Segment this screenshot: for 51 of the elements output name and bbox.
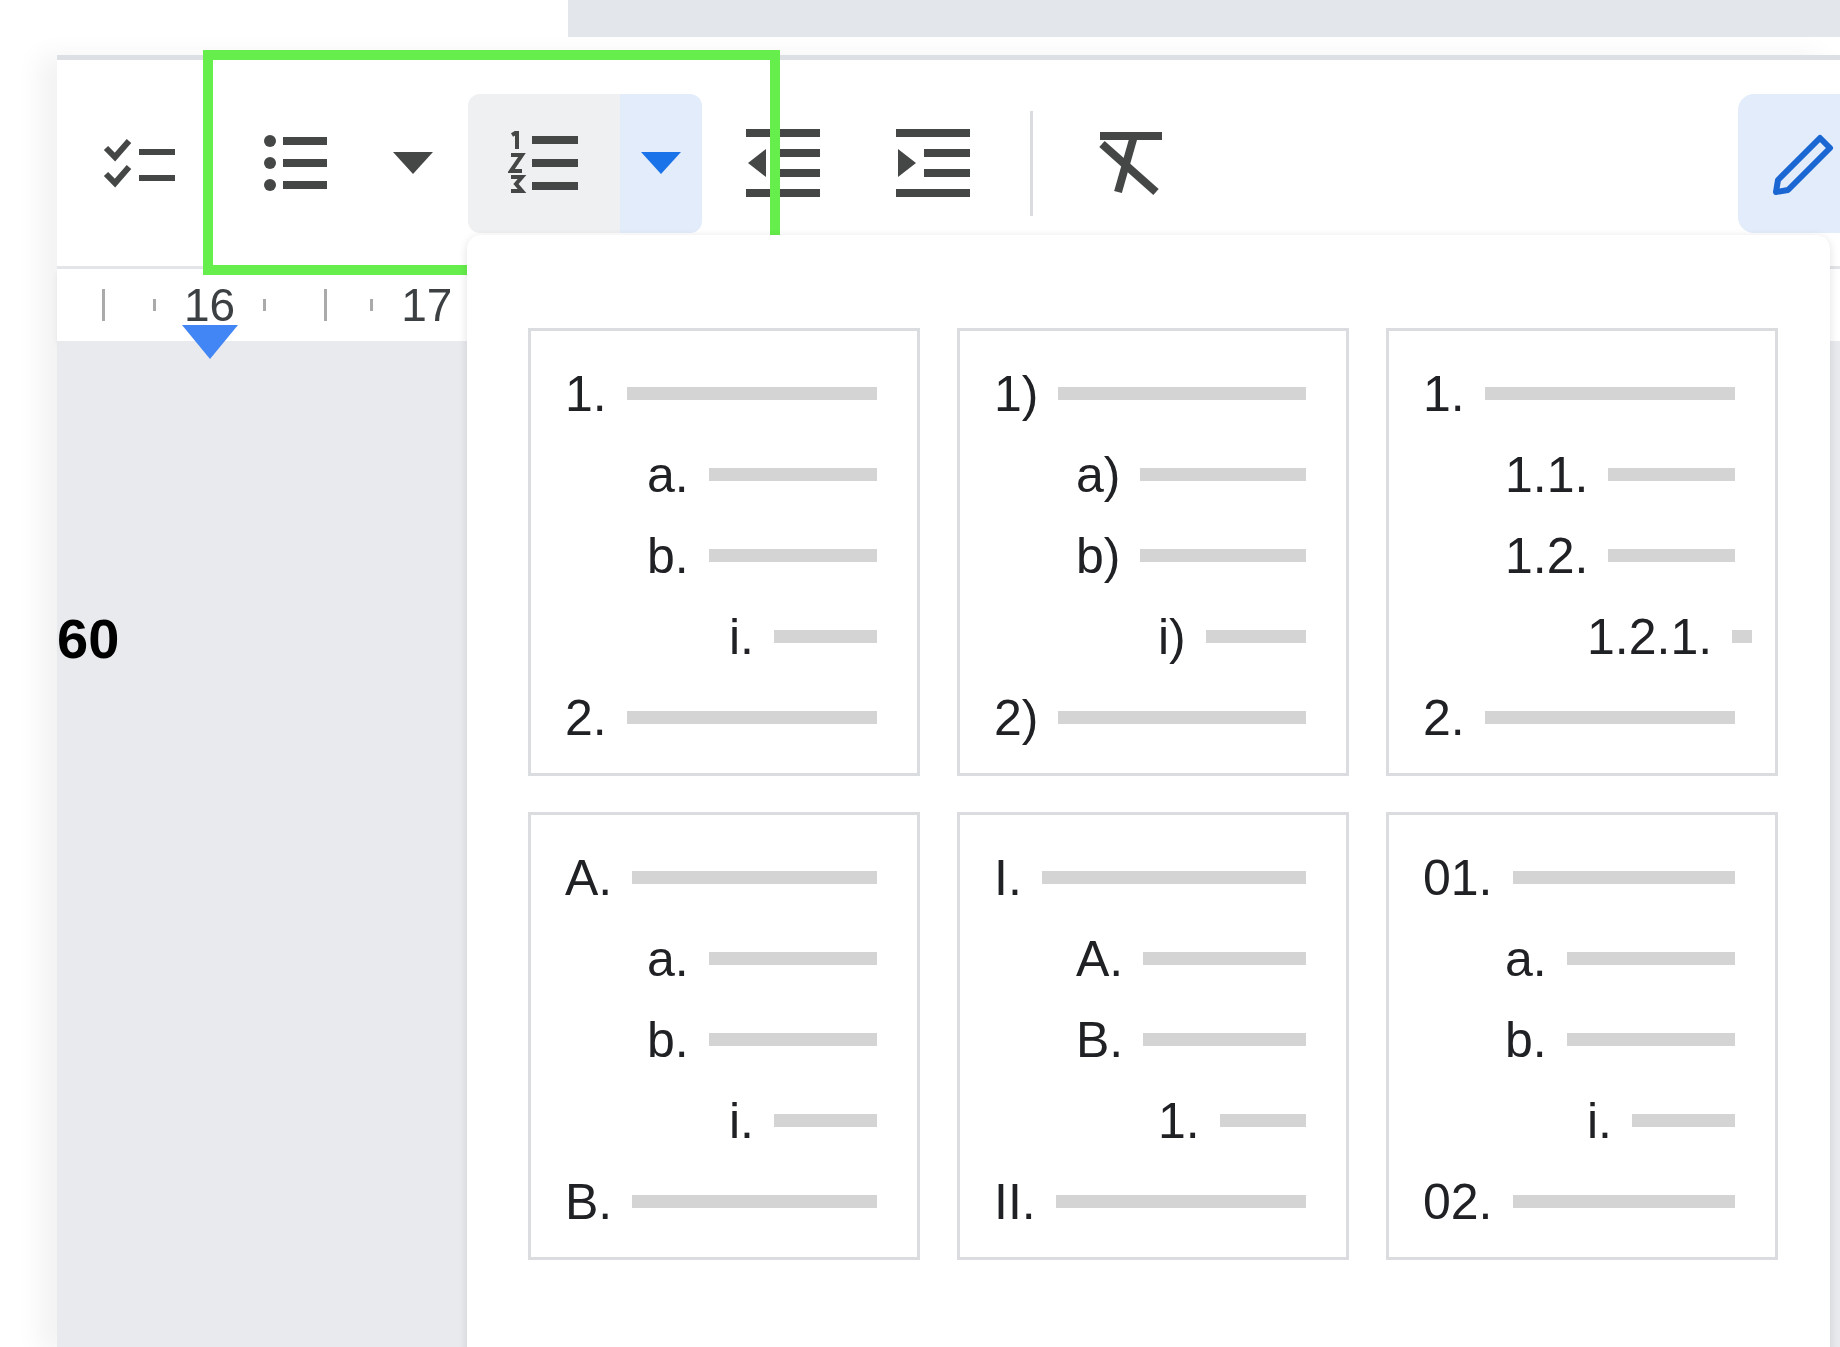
list-number: 2. <box>565 692 607 743</box>
list-number: I. <box>994 852 1022 903</box>
list-number: b. <box>647 1014 689 1065</box>
decrease-indent-icon <box>745 129 820 197</box>
list-number: i. <box>1587 1095 1612 1146</box>
ruler-number: 16 <box>184 282 236 328</box>
list-number: 01. <box>1423 852 1493 903</box>
caret-icon <box>641 152 681 174</box>
bulleted-list-icon <box>263 133 327 193</box>
numbered-list-menu-button[interactable] <box>620 93 702 233</box>
list-number: II. <box>994 1176 1036 1227</box>
list-style-option[interactable]: 01. a. b. i. 02. <box>1386 812 1778 1260</box>
list-number: 1.2.1. <box>1587 611 1713 662</box>
list-number: 2. <box>1423 692 1465 743</box>
document-text: 60 <box>57 611 120 667</box>
ruler-number: 17 <box>401 282 453 328</box>
list-number: i. <box>729 611 754 662</box>
list-number: b. <box>1505 1014 1547 1065</box>
list-number: 1. <box>565 368 607 419</box>
edit-mode-button[interactable] <box>1738 93 1840 233</box>
list-number: b) <box>1076 530 1121 581</box>
list-number: 1.2. <box>1505 530 1589 581</box>
list-number: 2) <box>994 692 1039 743</box>
list-style-option[interactable]: 1) a) b) i) 2) <box>957 328 1349 776</box>
list-number: A. <box>1076 933 1124 984</box>
list-number: 1.1. <box>1505 449 1589 500</box>
list-style-option[interactable]: I. A. B. 1. II. <box>957 812 1349 1260</box>
list-style-option[interactable]: A. a. b. i. B. <box>528 812 920 1260</box>
list-number: b. <box>647 530 689 581</box>
list-style-option[interactable]: 1. 1.1. 1.2. 1.2.1. 2. <box>1386 328 1778 776</box>
checklist-icon <box>103 136 177 190</box>
increase-indent-icon <box>895 129 970 197</box>
indent-marker[interactable] <box>182 325 238 359</box>
list-number: 1) <box>994 368 1039 419</box>
list-number: 1. <box>1158 1095 1200 1146</box>
list-number: B. <box>565 1176 613 1227</box>
list-number: B. <box>1076 1014 1124 1065</box>
caret-icon <box>392 152 433 174</box>
list-number: 02. <box>1423 1176 1493 1227</box>
list-style-option[interactable]: 1. a. b. i. 2. <box>528 328 920 776</box>
list-number: a. <box>647 933 689 984</box>
numbered-list-icon <box>508 131 580 195</box>
line-placeholder <box>1732 630 1753 643</box>
list-number: a. <box>647 449 689 500</box>
list-number: i. <box>729 1095 754 1146</box>
list-number: 1. <box>1423 368 1465 419</box>
list-number: a. <box>1505 933 1547 984</box>
list-number: A. <box>565 852 613 903</box>
numbered-list-button[interactable] <box>468 93 620 233</box>
list-number: i) <box>1158 611 1186 662</box>
list-number: a) <box>1076 449 1121 500</box>
